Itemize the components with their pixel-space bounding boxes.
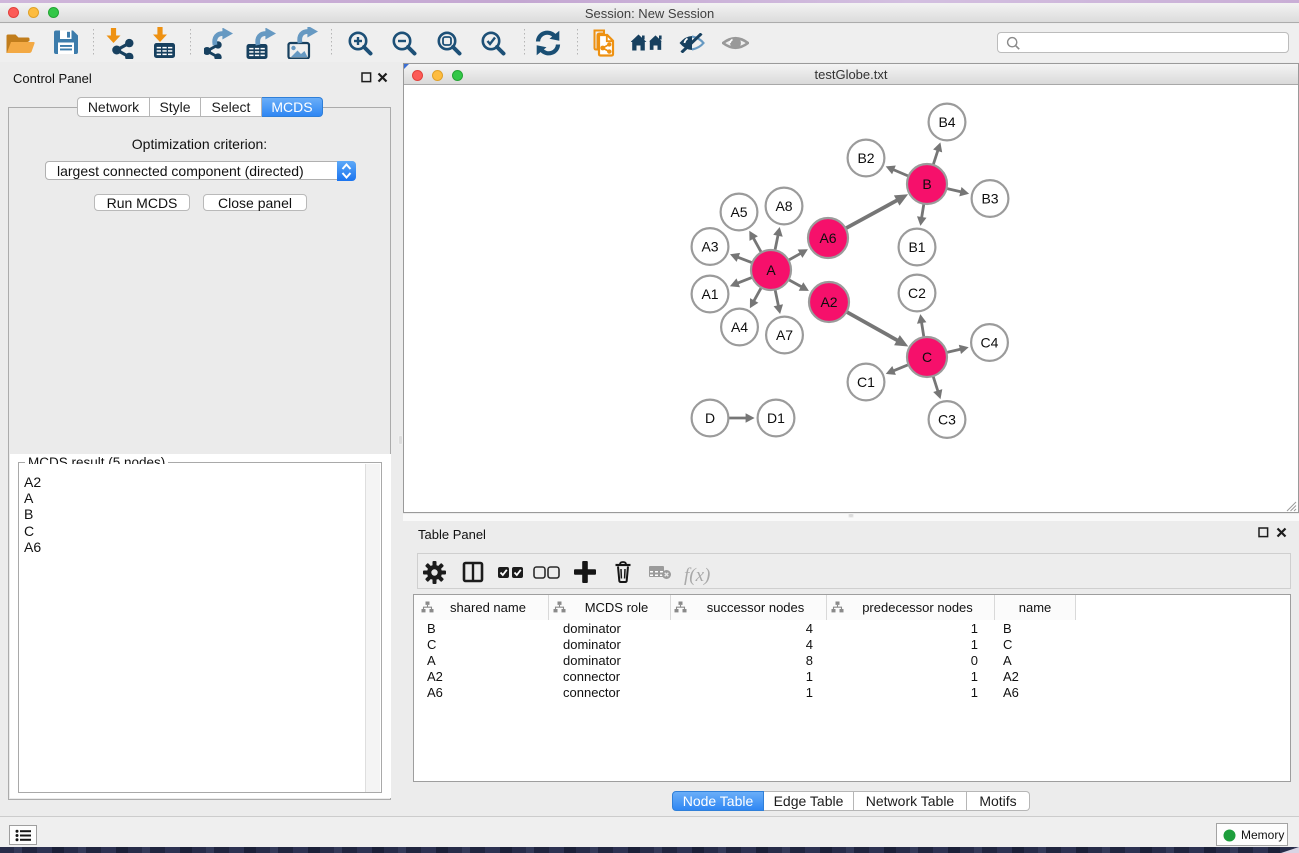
svg-text:D: D bbox=[705, 410, 715, 426]
svg-text:C1: C1 bbox=[857, 374, 875, 390]
svg-text:A: A bbox=[766, 262, 776, 278]
svg-text:A5: A5 bbox=[730, 204, 747, 220]
svg-text:B1: B1 bbox=[908, 239, 925, 255]
svg-text:B3: B3 bbox=[981, 190, 998, 206]
svg-text:A4: A4 bbox=[731, 319, 748, 335]
svg-text:A2: A2 bbox=[820, 294, 837, 310]
svg-text:A7: A7 bbox=[776, 327, 793, 343]
svg-text:A3: A3 bbox=[701, 238, 718, 254]
svg-text:C4: C4 bbox=[981, 334, 999, 350]
svg-text:B2: B2 bbox=[857, 150, 874, 166]
svg-text:C: C bbox=[922, 349, 932, 365]
svg-text:B4: B4 bbox=[938, 114, 955, 130]
svg-text:A8: A8 bbox=[775, 198, 792, 214]
svg-text:A1: A1 bbox=[701, 286, 718, 302]
svg-text:D1: D1 bbox=[767, 410, 785, 426]
svg-text:A6: A6 bbox=[819, 230, 836, 246]
svg-text:C2: C2 bbox=[908, 285, 926, 301]
svg-text:C3: C3 bbox=[938, 411, 956, 427]
svg-text:B: B bbox=[922, 176, 931, 192]
